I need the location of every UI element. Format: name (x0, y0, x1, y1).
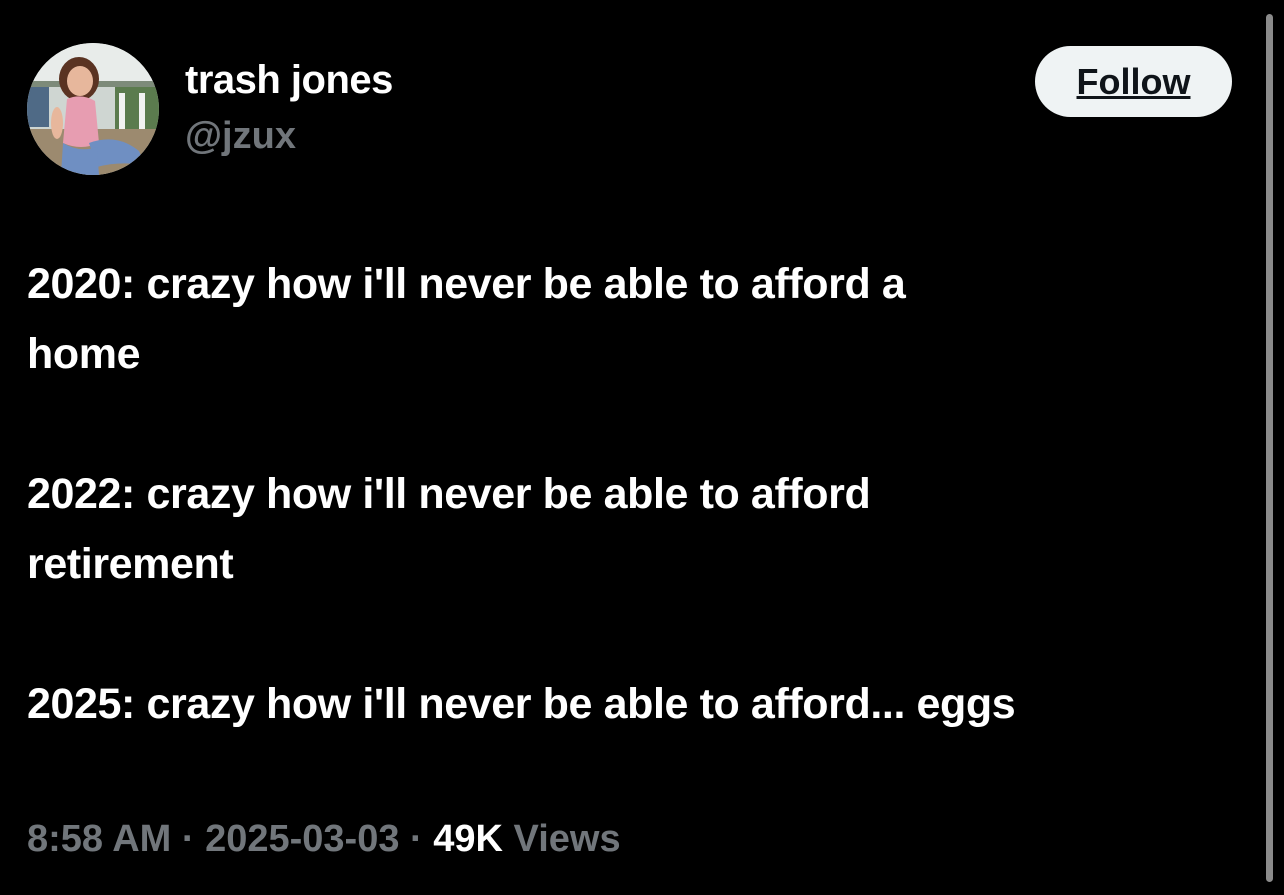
author-display-name[interactable]: trash jones (185, 58, 393, 103)
meta-separator: · (181, 818, 195, 860)
follow-button[interactable]: Follow (1035, 46, 1232, 117)
tweet-date[interactable]: 2025-03-03 (205, 818, 399, 860)
scrollbar[interactable] (1266, 14, 1273, 882)
tweet-text-line: 2025: crazy how i'll never be able to af… (27, 680, 1016, 728)
views-count: 49K (433, 818, 503, 860)
author-handle[interactable]: @jzux (185, 115, 296, 158)
avatar[interactable] (27, 43, 159, 175)
tweet-text-line: 2020: crazy how i'll never be able to af… (27, 260, 906, 308)
views-label: Views (513, 818, 621, 860)
tweet-text-line: retirement (27, 540, 234, 588)
tweet-time[interactable]: 8:58 AM (27, 818, 171, 860)
tweet-text-line: home (27, 330, 141, 378)
meta-separator: · (410, 818, 423, 860)
tweet-meta: 8:58 AM · 2025-03-03 · 49K Views (27, 818, 621, 861)
tweet-text-line: 2022: crazy how i'll never be able to af… (27, 470, 871, 518)
profile-photo-icon (27, 43, 159, 175)
